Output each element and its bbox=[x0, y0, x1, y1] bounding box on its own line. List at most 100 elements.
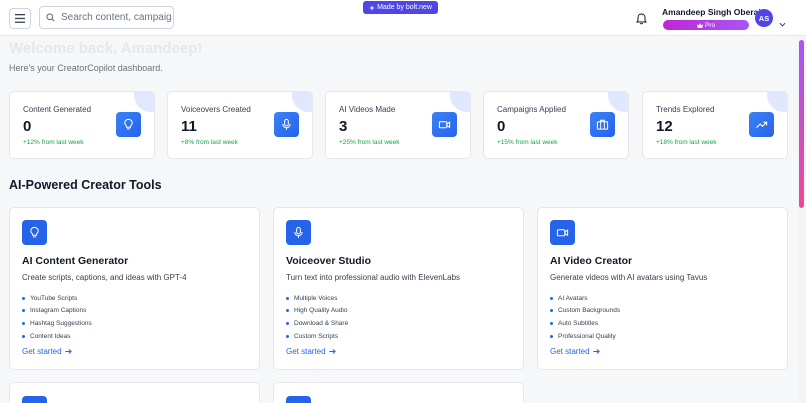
sparkle-icon bbox=[369, 4, 376, 11]
tool-icon-box bbox=[286, 396, 311, 403]
feature-label: High Quality Audio bbox=[294, 307, 348, 315]
crown-icon bbox=[696, 22, 703, 28]
stat-value: 12 bbox=[656, 118, 673, 135]
stat-title: AI Videos Made bbox=[339, 105, 396, 114]
arrow-right-icon bbox=[329, 348, 336, 355]
feature-list: Multiple Voices High Quality Audio Downl… bbox=[286, 292, 348, 342]
get-started-label: Get started bbox=[22, 347, 62, 356]
bullet-dot bbox=[22, 309, 25, 313]
microphone-icon bbox=[294, 226, 303, 238]
stat-icon-box bbox=[274, 112, 299, 137]
bullet-dot bbox=[286, 321, 289, 325]
tool-card-ai-content-generator[interactable]: AI Content Generator Create scripts, cap… bbox=[9, 207, 260, 370]
bullet-dot bbox=[550, 296, 553, 300]
stat-card-voiceovers-created: Voiceovers Created 11 +8% from last week bbox=[167, 91, 313, 159]
stat-change: +15% from last week bbox=[497, 139, 558, 146]
stat-value: 11 bbox=[181, 118, 197, 135]
avatar[interactable]: AS bbox=[755, 9, 773, 27]
feature-item: Download & Share bbox=[286, 317, 348, 330]
hamburger-icon bbox=[15, 14, 25, 23]
tool-card-partial[interactable] bbox=[273, 382, 524, 403]
bell-icon bbox=[636, 13, 647, 25]
feature-item: Content Ideas bbox=[22, 330, 92, 343]
bullet-dot bbox=[550, 321, 553, 325]
feature-label: Custom Scripts bbox=[294, 332, 339, 340]
bullet-dot bbox=[550, 309, 553, 313]
user-menu-toggle[interactable] bbox=[779, 14, 786, 32]
search-input[interactable] bbox=[61, 12, 171, 23]
feature-label: YouTube Scripts bbox=[30, 294, 78, 302]
feature-item: YouTube Scripts bbox=[22, 292, 92, 305]
tool-card-ai-video-creator[interactable]: AI Video Creator Generate videos with AI… bbox=[537, 207, 788, 370]
feature-item: Auto Subtitles bbox=[550, 317, 620, 330]
scrollbar-thumb[interactable] bbox=[799, 40, 804, 208]
tool-title: AI Content Generator bbox=[22, 255, 129, 267]
feature-list: AI Avatars Custom Backgrounds Auto Subti… bbox=[550, 292, 620, 342]
feature-item: High Quality Audio bbox=[286, 305, 348, 318]
feature-item: Multiple Voices bbox=[286, 292, 348, 305]
stat-title: Campaigns Applied bbox=[497, 105, 566, 114]
tool-card-partial[interactable] bbox=[9, 382, 260, 403]
bullet-dot bbox=[286, 334, 289, 338]
tool-title: Voiceover Studio bbox=[286, 255, 371, 267]
pro-badge-label: Pro bbox=[704, 21, 716, 29]
feature-item: Custom Scripts bbox=[286, 330, 348, 343]
feature-label: Content Ideas bbox=[30, 332, 71, 340]
search-icon bbox=[46, 13, 55, 22]
search-box[interactable] bbox=[39, 6, 174, 29]
get-started-label: Get started bbox=[286, 347, 326, 356]
get-started-label: Get started bbox=[550, 347, 590, 356]
lightbulb-icon bbox=[124, 118, 133, 130]
stat-value: 0 bbox=[23, 118, 32, 135]
feature-item: Custom Backgrounds bbox=[550, 305, 620, 318]
stat-icon-box bbox=[432, 112, 457, 137]
stat-title: Voiceovers Created bbox=[181, 105, 251, 114]
feature-label: Hashtag Suggestions bbox=[30, 319, 92, 327]
feature-label: Multiple Voices bbox=[294, 294, 338, 302]
card-decoration bbox=[450, 92, 470, 112]
bullet-dot bbox=[286, 309, 289, 313]
stat-card-content-generated: Content Generated 0 +12% from last week bbox=[9, 91, 155, 159]
get-started-link[interactable]: Get started bbox=[550, 347, 600, 356]
bullet-dot bbox=[550, 334, 553, 338]
tool-icon-box bbox=[22, 220, 47, 245]
top-bar: Made by bolt.new Amandeep Singh Oberai P… bbox=[0, 0, 806, 36]
get-started-link[interactable]: Get started bbox=[22, 347, 72, 356]
bullet-dot bbox=[22, 296, 25, 300]
video-icon bbox=[438, 121, 451, 129]
card-decoration bbox=[608, 92, 628, 112]
stat-icon-box bbox=[590, 112, 615, 137]
tool-card-voiceover-studio[interactable]: Voiceover Studio Turn text into professi… bbox=[273, 207, 524, 370]
stat-title: Trends Explored bbox=[656, 105, 715, 114]
card-decoration bbox=[292, 92, 312, 112]
tool-title: AI Video Creator bbox=[550, 255, 633, 267]
get-started-link[interactable]: Get started bbox=[286, 347, 336, 356]
feature-label: Professional Quality bbox=[558, 332, 616, 340]
feature-list: YouTube Scripts Instagram Captions Hasht… bbox=[22, 292, 92, 342]
stat-value: 0 bbox=[497, 118, 506, 135]
feature-label: Instagram Captions bbox=[30, 307, 87, 315]
feature-label: Auto Subtitles bbox=[558, 319, 599, 327]
pro-badge: Pro bbox=[663, 20, 749, 30]
bullet-dot bbox=[22, 321, 25, 325]
notifications-button[interactable] bbox=[636, 12, 647, 30]
menu-button[interactable] bbox=[9, 8, 31, 29]
video-icon bbox=[556, 229, 569, 237]
tool-description: Generate videos with AI avatars using Ta… bbox=[550, 273, 708, 282]
scrollbar[interactable] bbox=[798, 36, 806, 403]
feature-label: AI Avatars bbox=[558, 294, 588, 302]
feature-item: Instagram Captions bbox=[22, 305, 92, 318]
card-decoration bbox=[134, 92, 154, 112]
stat-change: +12% from last week bbox=[23, 139, 84, 146]
stat-icon-box bbox=[116, 112, 141, 137]
bolt-badge[interactable]: Made by bolt.new bbox=[363, 1, 438, 14]
tool-icon-box bbox=[286, 220, 311, 245]
briefcase-icon bbox=[596, 119, 609, 130]
microphone-icon bbox=[282, 118, 291, 130]
tool-description: Create scripts, captions, and ideas with… bbox=[22, 273, 187, 282]
arrow-right-icon bbox=[65, 348, 72, 355]
page-subtitle: Here's your CreatorCopilot dashboard. bbox=[9, 63, 163, 73]
bolt-badge-label: Made by bolt.new bbox=[377, 4, 432, 11]
feature-item: Hashtag Suggestions bbox=[22, 317, 92, 330]
stat-card-campaigns-applied: Campaigns Applied 0 +15% from last week bbox=[483, 91, 629, 159]
